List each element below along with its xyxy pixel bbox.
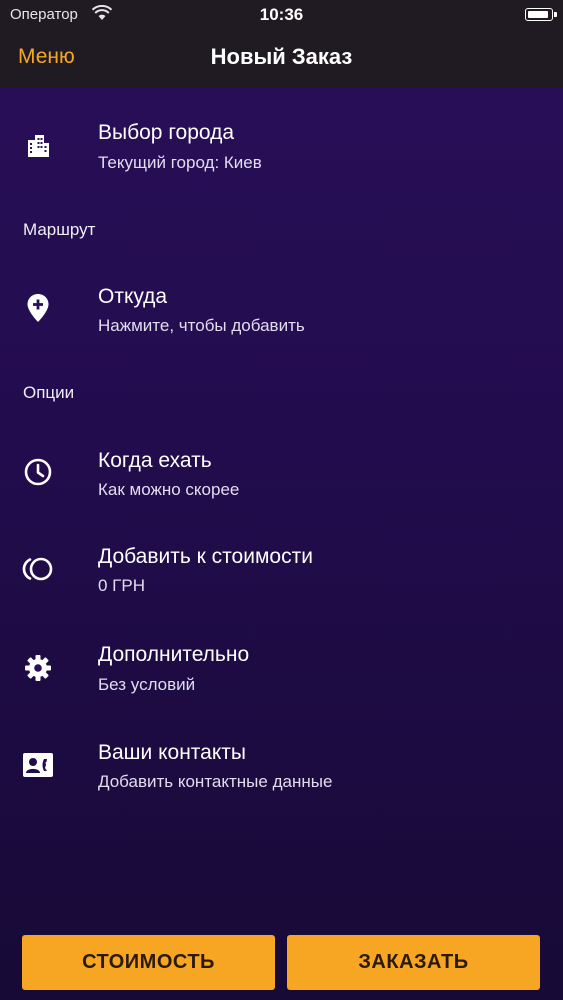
status-bar: Оператор 10:36: [0, 0, 563, 30]
add-to-cost-title: Добавить к стоимости: [98, 545, 313, 568]
battery-icon: [525, 8, 557, 21]
departure-time-value: Как можно скорее: [98, 480, 240, 499]
navigation-bar: Меню Новый Заказ: [0, 30, 563, 88]
cost-button[interactable]: СТОИМОСТЬ: [22, 935, 275, 990]
additional-options-value: Без условий: [98, 675, 196, 694]
city-building-icon: [22, 130, 54, 162]
add-to-cost-value: 0 ГРН: [98, 576, 145, 595]
additional-options-row[interactable]: Дополнительно Без условий: [0, 631, 563, 711]
clock-icon: [22, 456, 54, 488]
city-select-title: Выбор города: [98, 121, 235, 144]
order-button[interactable]: ЗАКАЗАТЬ: [287, 935, 540, 990]
add-to-cost-row[interactable]: Добавить к стоимости 0 ГРН: [0, 533, 563, 613]
add-location-icon: [22, 292, 54, 324]
contacts-value: Добавить контактные данные: [98, 772, 333, 791]
contacts-title: Ваши контакты: [98, 741, 246, 764]
options-section-header: Опции: [23, 383, 75, 402]
new-order-screen: Оператор 10:36 Меню Новый Заказ Выбор го…: [0, 0, 563, 1000]
route-from-row[interactable]: Откуда Нажмите, чтобы добавить: [0, 272, 563, 352]
contacts-row[interactable]: Ваши контакты Добавить контактные данные: [0, 729, 563, 809]
battery-level: [527, 10, 549, 18]
additional-options-title: Дополнительно: [98, 643, 250, 666]
page-title: Новый Заказ: [210, 44, 353, 69]
departure-time-title: Когда ехать: [98, 449, 212, 472]
route-from-hint: Нажмите, чтобы добавить: [98, 316, 305, 335]
city-select-row[interactable]: Выбор города Текущий город: Киев: [0, 108, 563, 188]
departure-time-row[interactable]: Когда ехать Как можно скорее: [0, 436, 563, 516]
current-city-label: Текущий город: Киев: [98, 153, 262, 172]
contact-card-icon: [22, 749, 54, 781]
route-from-title: Откуда: [98, 285, 168, 308]
coins-icon: [22, 553, 54, 585]
route-section-header: Маршрут: [23, 220, 96, 239]
menu-button[interactable]: Меню: [18, 45, 75, 69]
status-time: 10:36: [259, 5, 304, 24]
gear-icon: [22, 652, 54, 684]
